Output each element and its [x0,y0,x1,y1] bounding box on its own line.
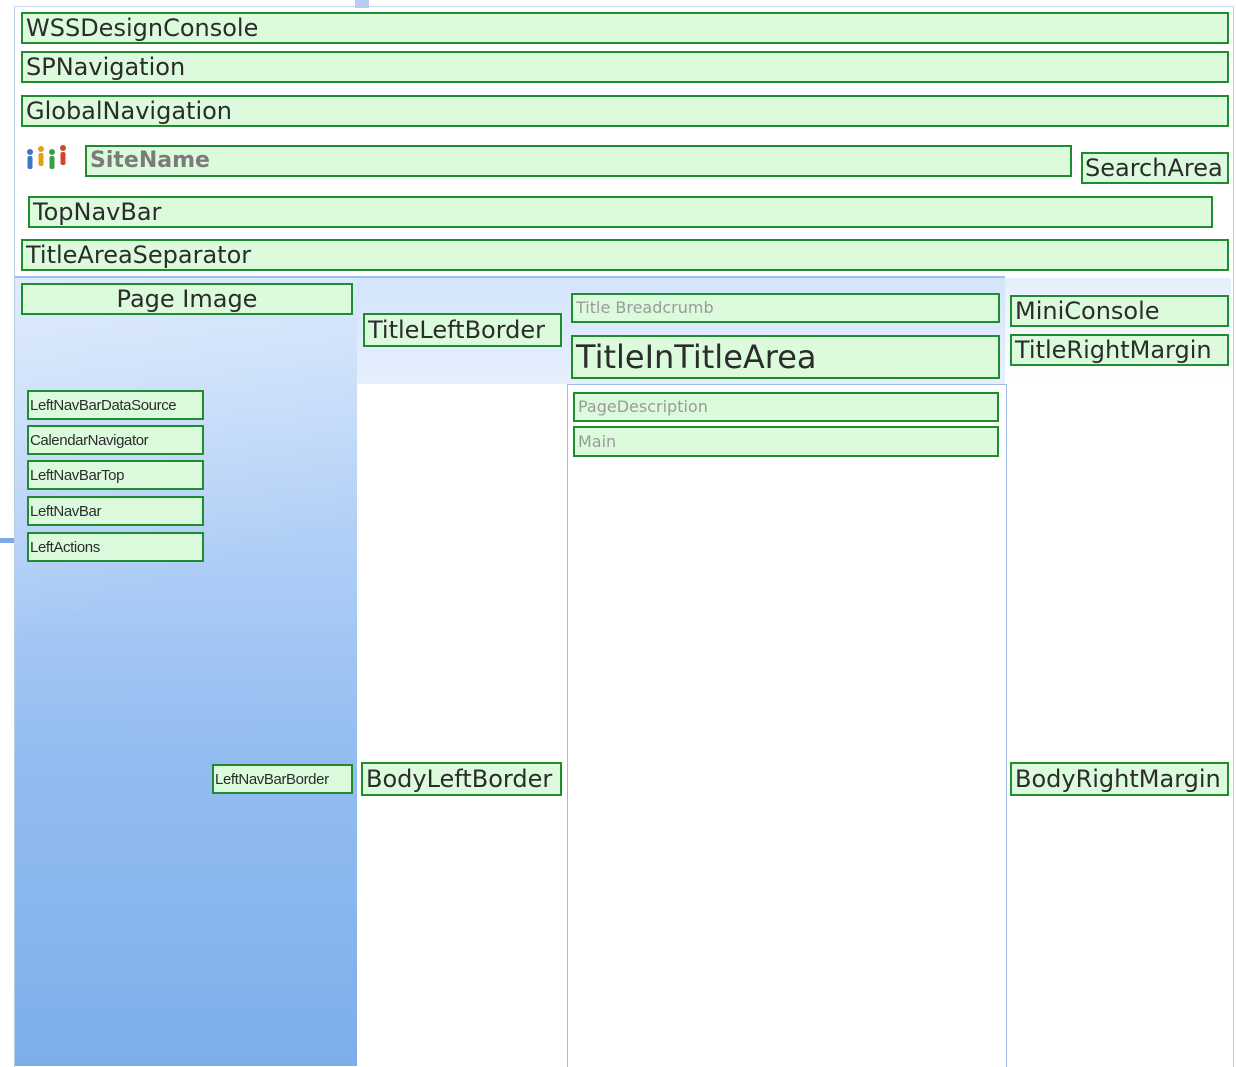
people-icon [27,145,66,169]
left-edge-marker [0,538,14,543]
title-left-border-region: TitleLeftBorder [363,313,562,347]
title-area-separator-region: TitleAreaSeparator [21,239,1229,271]
calendar-navigator-region: CalendarNavigator [27,425,204,455]
title-in-title-area-region: TitleInTitleArea [571,335,1000,379]
sp-navigation-region: SPNavigation [21,51,1229,83]
top-edge-marker [355,0,369,8]
search-area-region: SearchArea [1081,152,1229,184]
top-nav-bar-region: TopNavBar [28,196,1213,228]
global-navigation-region: GlobalNavigation [21,95,1229,127]
left-nav-bar-region: LeftNavBar [27,496,204,526]
left-nav-bar-border-region: LeftNavBarBorder [212,764,353,794]
left-nav-bar-top-region: LeftNavBarTop [27,460,204,490]
page-image-region: Page Image [21,283,353,315]
body-content-column [567,384,1007,1067]
title-right-margin-region: TitleRightMargin [1010,334,1229,366]
body-left-border-region: BodyLeftBorder [361,762,562,796]
left-nav-bar-data-source-region: LeftNavBarDataSource [27,390,204,420]
title-area-right-background [1005,278,1231,384]
main-region: Main [573,426,999,457]
wss-design-console-region: WSSDesignConsole [21,12,1229,44]
title-breadcrumb-region: Title Breadcrumb [571,293,1000,323]
body-right-margin-region: BodyRightMargin [1010,762,1229,796]
mini-console-region: MiniConsole [1010,295,1229,327]
site-name-region: SiteName [85,145,1072,177]
left-actions-region: LeftActions [27,532,204,562]
page-description-region: PageDescription [573,392,999,422]
